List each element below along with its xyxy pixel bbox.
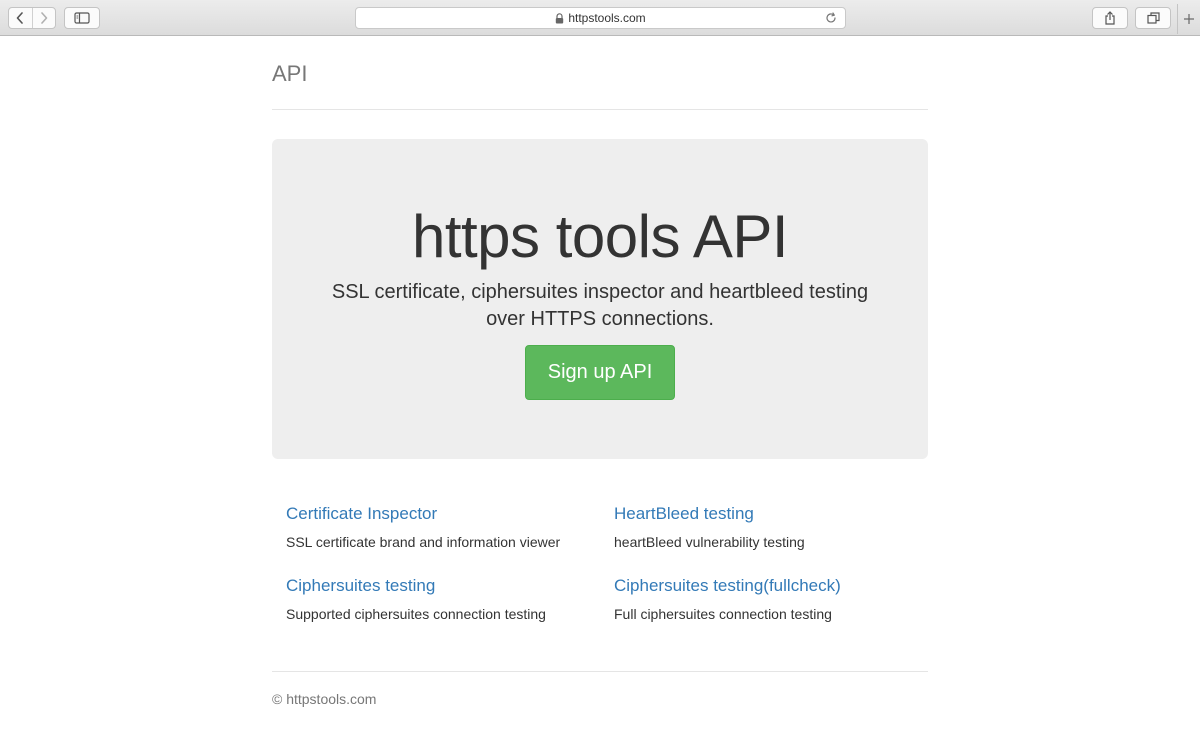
site-brand[interactable]: API xyxy=(272,61,307,87)
signup-api-button[interactable]: Sign up API xyxy=(525,345,675,400)
address-bar[interactable]: httpstools.com xyxy=(355,7,846,29)
feature-description: Full ciphersuites connection testing xyxy=(614,606,832,622)
new-tab-button[interactable] xyxy=(1177,4,1200,34)
url-text: httpstools.com xyxy=(568,11,646,25)
site-header: API xyxy=(272,36,928,110)
tabs-icon xyxy=(1146,12,1160,24)
feature-list: Certificate Inspector SSL certificate br… xyxy=(272,459,928,671)
feature-title-link[interactable]: Ciphersuites testing xyxy=(286,575,586,597)
feature-title-link[interactable]: Certificate Inspector xyxy=(286,503,586,525)
share-icon xyxy=(1105,11,1115,25)
hero-title: https tools API xyxy=(411,203,789,270)
forward-button[interactable] xyxy=(31,8,56,28)
sidebar-button[interactable] xyxy=(64,7,100,29)
feature-heartbleed-testing: HeartBleed testing heartBleed vulnerabil… xyxy=(614,503,914,552)
tabs-overview-button[interactable] xyxy=(1135,7,1171,29)
share-button[interactable] xyxy=(1092,7,1128,29)
back-button[interactable] xyxy=(9,8,32,28)
sidebar-icon xyxy=(74,12,90,24)
site-footer: © httpstools.com xyxy=(272,671,928,732)
feature-title-link[interactable]: Ciphersuites testing(fullcheck) xyxy=(614,575,914,597)
chevron-right-icon xyxy=(40,12,48,24)
footer-copyright: © httpstools.com xyxy=(272,691,377,707)
page-container: API https tools API SSL certificate, cip… xyxy=(272,36,928,732)
feature-ciphersuites-fullcheck: Ciphersuites testing(fullcheck) Full cip… xyxy=(614,575,914,624)
feature-title-link[interactable]: HeartBleed testing xyxy=(614,503,914,525)
feature-description: SSL certificate brand and information vi… xyxy=(286,534,561,550)
chevron-left-icon xyxy=(16,12,24,24)
feature-ciphersuites-testing: Ciphersuites testing Supported ciphersui… xyxy=(286,575,586,624)
hero-lead: SSL certificate, ciphersuites inspector … xyxy=(331,281,869,330)
plus-icon xyxy=(1184,14,1194,24)
feature-description: heartBleed vulnerability testing xyxy=(614,534,805,550)
lock-icon xyxy=(556,12,564,23)
reload-button[interactable] xyxy=(824,11,838,25)
browser-toolbar: httpstools.com xyxy=(0,0,1200,36)
reload-icon xyxy=(826,12,836,23)
navigation-buttons xyxy=(8,7,56,29)
feature-certificate-inspector: Certificate Inspector SSL certificate br… xyxy=(286,503,586,552)
feature-description: Supported ciphersuites connection testin… xyxy=(286,606,546,622)
hero-jumbotron: https tools API SSL certificate, ciphers… xyxy=(272,139,928,459)
